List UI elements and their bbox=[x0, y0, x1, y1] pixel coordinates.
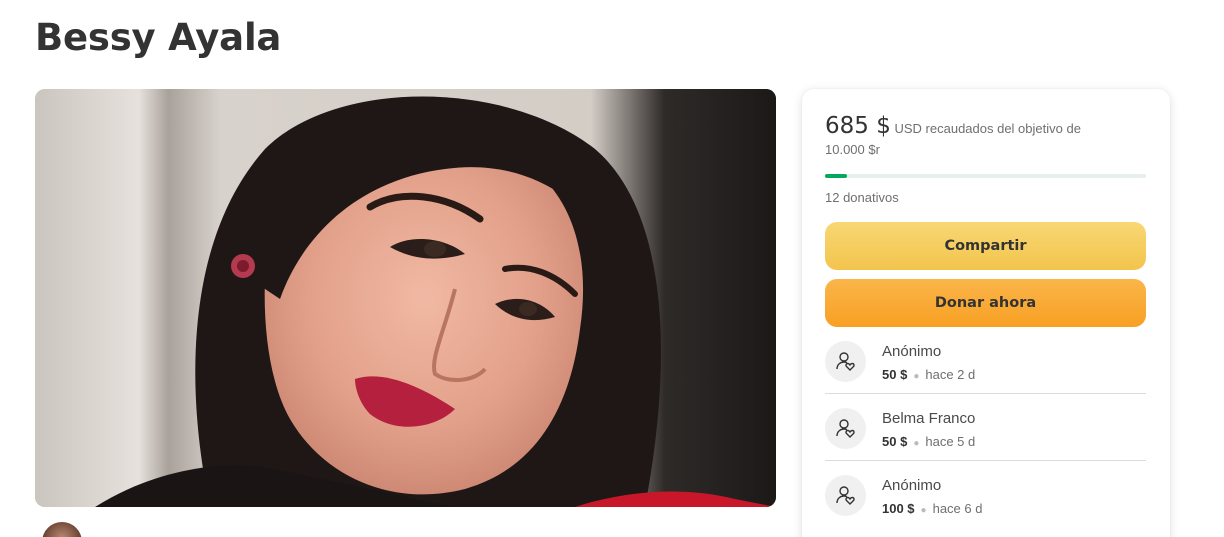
donations-count: 12 donativos bbox=[825, 190, 899, 205]
goal-amount: 10.000 $r bbox=[825, 142, 880, 157]
hero-photo bbox=[35, 89, 776, 507]
donor-amount: 100 $ bbox=[882, 501, 915, 516]
raised-summary: 685 $ USD recaudados del objetivo de bbox=[825, 113, 1147, 142]
raised-text: USD recaudados del objetivo de bbox=[894, 121, 1081, 136]
donate-now-button[interactable]: Donar ahora bbox=[825, 279, 1146, 327]
donor-list: Anónimo 50 $ ● hace 2 d Belma Franco 50 $ ●… bbox=[825, 327, 1147, 527]
donor-heart-icon bbox=[825, 408, 866, 449]
donor-amount: 50 $ bbox=[882, 434, 908, 449]
progress-fill bbox=[825, 174, 847, 178]
separator-dot: ● bbox=[913, 438, 920, 449]
donor-heart-icon bbox=[825, 341, 866, 382]
donor-time: hace 6 d bbox=[932, 501, 983, 516]
donor-time: hace 2 d bbox=[925, 367, 976, 382]
donor-name: Belma Franco bbox=[882, 410, 976, 427]
separator-dot: ● bbox=[913, 371, 920, 382]
portrait-image bbox=[35, 89, 776, 507]
donation-card: 685 $ USD recaudados del objetivo de 10.… bbox=[802, 89, 1170, 537]
donor-time: hace 5 d bbox=[925, 434, 976, 449]
progress-bar bbox=[825, 174, 1146, 178]
donor-name: Anónimo bbox=[882, 343, 942, 360]
donor-heart-icon bbox=[825, 475, 866, 516]
raised-amount: 685 $ bbox=[825, 113, 891, 139]
separator-dot: ● bbox=[920, 505, 927, 516]
donor-amount: 50 $ bbox=[882, 367, 908, 382]
page-title: Bessy Ayala bbox=[35, 16, 282, 59]
donor-item: Anónimo 50 $ ● hace 2 d bbox=[825, 327, 1146, 394]
donor-item: Anónimo 100 $ ● hace 6 d bbox=[825, 461, 1146, 527]
donor-item: Belma Franco 50 $ ● hace 5 d bbox=[825, 394, 1146, 461]
share-button[interactable]: Compartir bbox=[825, 222, 1146, 270]
donor-name: Anónimo bbox=[882, 477, 942, 494]
organizer-avatar[interactable] bbox=[42, 522, 82, 537]
